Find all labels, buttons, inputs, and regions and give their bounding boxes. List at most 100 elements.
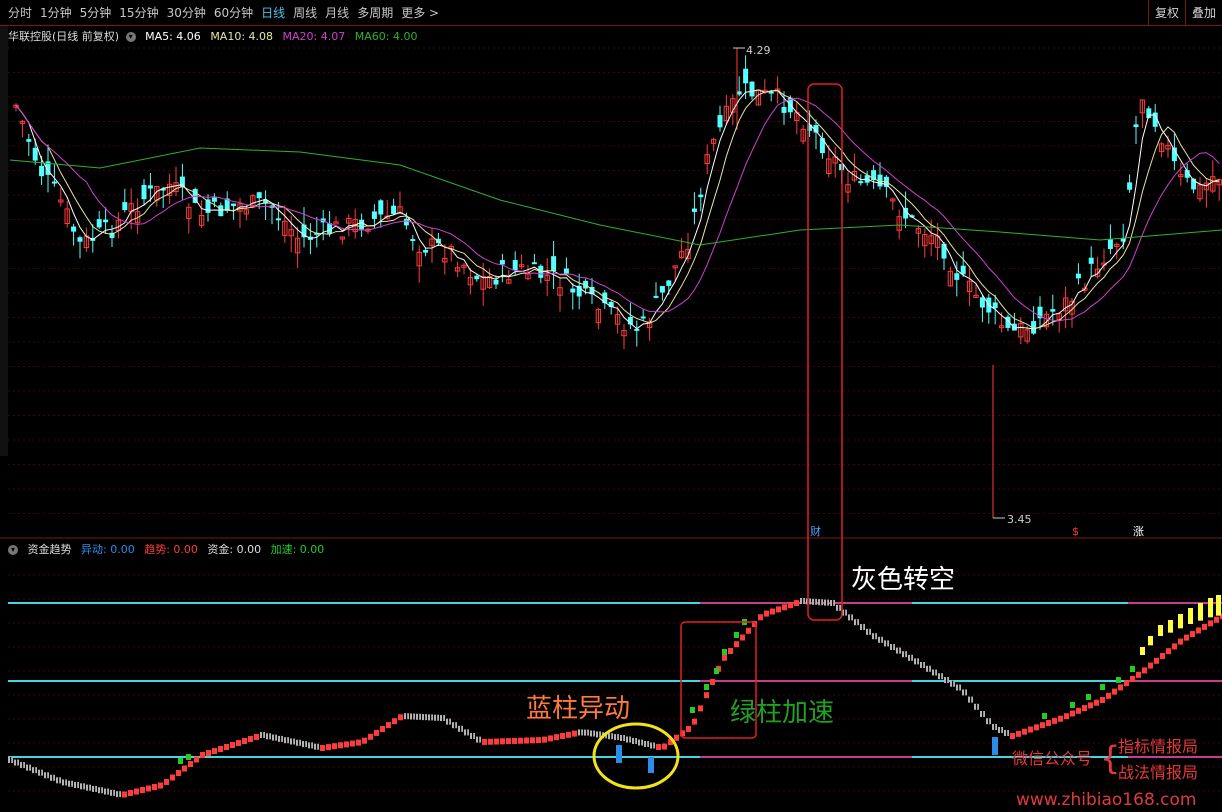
- trend-bar: [866, 628, 871, 635]
- candlesticks: [13, 48, 1222, 518]
- event-marker: $: [1072, 525, 1079, 538]
- candle-body: [499, 260, 505, 265]
- ma10-value: MA10: 4.08: [210, 30, 274, 43]
- overlay-button[interactable]: 叠加: [1184, 0, 1222, 26]
- trend-bar-gap: [628, 736, 630, 743]
- trend-bar: [308, 742, 313, 749]
- chart-text: 4.29 3.45 财 $ 涨灰色转空绿柱加速 蓝柱异动微信公众号 {指标情报局战法情报局 w…: [526, 44, 1198, 810]
- trend-bar: [314, 743, 319, 750]
- trend-bar-gap: [52, 774, 54, 781]
- candle-body: [1158, 143, 1165, 153]
- trend-bar: [674, 734, 679, 741]
- candle-body: [51, 181, 57, 184]
- period-tab-2[interactable]: 5分钟: [76, 0, 116, 26]
- accel-bar: [1130, 666, 1135, 672]
- candle-body: [1018, 323, 1024, 338]
- trend-bar: [1058, 715, 1063, 722]
- trend-bar: [458, 725, 463, 732]
- candle-body: [435, 238, 441, 244]
- trend-bar: [1196, 627, 1201, 634]
- trend-bar: [1028, 726, 1033, 733]
- trend-bar: [1070, 710, 1075, 717]
- candle-body: [1082, 287, 1088, 291]
- trend-bar: [584, 729, 589, 736]
- candle-body: [538, 265, 544, 278]
- period-tab-0[interactable]: 分时: [4, 0, 36, 26]
- blue-anomaly-circle: [592, 722, 680, 790]
- restore-rights-button[interactable]: 复权: [1147, 0, 1185, 26]
- trend-bar-gap: [472, 733, 474, 739]
- candle-body: [314, 232, 320, 235]
- trend-bar: [26, 764, 31, 771]
- candle-body: [378, 200, 384, 215]
- high-price-label: 4.29: [746, 44, 771, 57]
- candle-body: [755, 89, 762, 106]
- trend-bar: [860, 624, 865, 630]
- trend-bar-gap: [928, 665, 930, 672]
- trend-bar: [218, 746, 223, 752]
- strength-bar: [1216, 595, 1221, 616]
- trend-bar-gap: [28, 764, 30, 771]
- period-tab-4[interactable]: 30分钟: [163, 0, 210, 26]
- trend-bar: [266, 733, 271, 740]
- trend-bar-gap: [580, 729, 582, 736]
- trend-bar: [1148, 662, 1153, 669]
- trend-bar: [872, 633, 877, 640]
- period-tab-8[interactable]: 月线: [321, 0, 353, 26]
- candle-body: [608, 301, 614, 308]
- legend-collapse-icon[interactable]: ▾: [125, 32, 136, 42]
- trend-bar: [254, 734, 259, 740]
- candle-body: [954, 273, 960, 280]
- candle-body: [96, 219, 102, 228]
- trend-bar: [1160, 653, 1165, 659]
- candle-body: [710, 138, 717, 144]
- trend-bar-gap: [592, 730, 594, 737]
- period-tab-6[interactable]: 日线: [257, 0, 289, 26]
- trend-bar: [1130, 676, 1135, 682]
- period-tab-3[interactable]: 15分钟: [115, 0, 162, 26]
- candle-body: [691, 208, 697, 212]
- blue-anomaly-annotation: 蓝柱异动: [526, 694, 630, 724]
- candle-body: [787, 97, 793, 113]
- trend-bar: [20, 762, 25, 769]
- period-tab-7[interactable]: 周线: [289, 0, 321, 26]
- candle-body: [461, 264, 467, 268]
- trend-bar: [320, 745, 325, 751]
- trend-bar: [620, 735, 625, 741]
- period-tab-1[interactable]: 1分钟: [36, 0, 76, 26]
- candle-body: [698, 194, 704, 198]
- candle-body: [851, 170, 858, 181]
- indicator-collapse-icon[interactable]: ▾: [8, 545, 18, 555]
- side-toolbar-strip[interactable]: [0, 26, 8, 456]
- candle-body: [1101, 262, 1107, 266]
- period-tab-9[interactable]: 多周期: [353, 0, 397, 26]
- trend-bar-gap: [454, 722, 456, 729]
- trend-bar: [536, 737, 541, 744]
- trend-bar: [224, 744, 229, 750]
- trend-bar: [242, 738, 247, 744]
- trend-bar-gap: [958, 684, 960, 691]
- trend-bar-gap: [892, 644, 894, 650]
- trend-bar: [986, 718, 991, 725]
- trend-bar: [560, 733, 565, 739]
- candle-body: [736, 91, 742, 95]
- trend-bar-gap: [94, 785, 96, 792]
- trend-bar-gap: [970, 696, 972, 703]
- trend-bar: [32, 767, 37, 774]
- candle-body: [826, 158, 832, 174]
- watermark-name2: 战法情报局: [1118, 763, 1198, 782]
- trend-bar: [950, 680, 955, 687]
- trend-bar: [368, 733, 373, 740]
- candle-body: [730, 98, 736, 113]
- trend-bar: [182, 765, 187, 772]
- candle-body: [634, 328, 640, 331]
- trend-bar: [596, 731, 601, 738]
- period-tabs: 分时 1分钟 5分钟 15分钟 30分钟 60分钟 日线 周线 月线 多周期 更多 >: [4, 0, 443, 26]
- period-tab-10[interactable]: 更多 >: [397, 0, 443, 26]
- candle-body: [960, 265, 966, 275]
- trend-bar: [890, 644, 895, 650]
- trend-bar-gap: [40, 769, 42, 776]
- trend-bar: [512, 737, 517, 744]
- period-tab-5[interactable]: 60分钟: [210, 0, 257, 26]
- trend-bar: [80, 783, 85, 790]
